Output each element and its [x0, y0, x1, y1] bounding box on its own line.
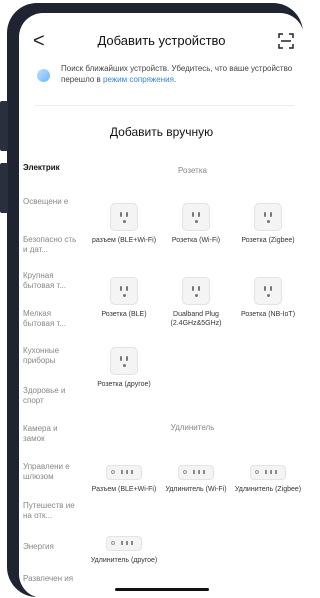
power-strip-icon	[178, 465, 214, 480]
device-label: Розетка (Zigbee)	[241, 237, 295, 244]
device-tile[interactable]: Dualband Plug (2.4GHz&5GHz)	[161, 277, 231, 328]
device-label: Розетка (NB-IoT)	[240, 311, 296, 318]
header-bar: < Добавить устройство	[19, 31, 304, 53]
device-tile[interactable]: Удлинитель (другое)	[89, 536, 159, 565]
power-strip-icon	[250, 465, 286, 480]
home-indicator[interactable]	[115, 588, 209, 591]
sidebar-item-lighting[interactable]: Освещени е	[23, 197, 81, 207]
device-tile[interactable]: Розетка (другое)	[89, 347, 159, 389]
sidebar-item-security[interactable]: Безопасно сть и дат...	[23, 235, 81, 255]
device-label: Удлинитель (Zigbee)	[234, 486, 302, 493]
device-label: Удлинитель (Wi-Fi)	[165, 486, 227, 493]
device-label: Dualband Plug (2.4GHz&5GHz)	[170, 311, 222, 327]
sidebar-item-health[interactable]: Здоровье и спорт	[23, 386, 81, 406]
notice-suffix: .	[173, 75, 177, 84]
searching-indicator-icon	[37, 69, 50, 82]
pairing-mode-link[interactable]: режим сопряжения	[103, 75, 174, 84]
device-tile[interactable]: Розетка (Zigbee)	[233, 203, 303, 245]
sidebar-item-camera-lock[interactable]: Камера и замок	[23, 424, 81, 444]
section-title-socket: Розетка	[178, 166, 207, 175]
section-title-power-strip: Удлинитель	[170, 423, 215, 432]
divider	[35, 105, 294, 106]
socket-icon	[254, 203, 282, 231]
socket-icon	[110, 347, 138, 375]
device-tile[interactable]: Удлинитель (Wi-Fi)	[161, 465, 231, 494]
sidebar-item-small-appliances[interactable]: Мелкая бытовая т...	[23, 309, 81, 329]
device-tile[interactable]: Розетка (Wi-Fi)	[161, 203, 231, 245]
device-label: Розетка (другое)	[97, 381, 151, 388]
side-button	[0, 101, 8, 151]
sidebar-item-energy[interactable]: Энергия	[23, 542, 81, 552]
socket-icon	[182, 277, 210, 305]
device-tile[interactable]: Розетка (NB-IoT)	[233, 277, 303, 319]
power-strip-icon	[106, 536, 142, 551]
sidebar-item-entertainment[interactable]: Развлечен ия	[23, 574, 81, 584]
manual-add-heading: Добавить вручную	[109, 125, 214, 139]
device-tile[interactable]: Удлинитель (Zigbee)	[233, 465, 303, 494]
device-label: разъем (BLE+Wi-Fi)	[91, 237, 157, 244]
socket-icon	[110, 203, 138, 231]
sidebar-item-large-appliances[interactable]: Крупная бытовая т...	[23, 271, 81, 291]
side-button	[0, 163, 8, 213]
power-strip-icon	[106, 465, 142, 480]
device-label: Розетка (BLE)	[101, 311, 147, 318]
device-tile[interactable]: разъем (BLE+Wi-Fi)	[89, 203, 159, 245]
sidebar-item-electric[interactable]: Электрик	[23, 163, 81, 173]
device-tile[interactable]: Разъем (BLE+Wi-Fi)	[89, 465, 159, 494]
scan-icon[interactable]	[278, 33, 294, 49]
socket-icon	[182, 203, 210, 231]
phone-frame: < Добавить устройство Поиск ближайших ус…	[0, 3, 304, 598]
page-title: Добавить устройство	[97, 33, 226, 48]
notice-text: Поиск ближайших устройств. Убедитесь, чт…	[61, 64, 293, 84]
device-label: Розетка (Wi-Fi)	[171, 237, 221, 244]
device-label: Удлинитель (другое)	[90, 557, 158, 564]
sidebar-item-travel[interactable]: Путешеств ие на отк...	[23, 501, 81, 521]
sidebar-item-kitchen[interactable]: Кухонные приборы	[23, 346, 81, 366]
device-tile[interactable]: Розетка (BLE)	[89, 277, 159, 319]
socket-icon	[254, 277, 282, 305]
sidebar-item-gateway[interactable]: Управлени е шлюзом	[23, 462, 81, 482]
app-screen: < Добавить устройство Поиск ближайших ус…	[19, 13, 304, 598]
socket-icon	[110, 277, 138, 305]
device-label: Разъем (BLE+Wi-Fi)	[91, 486, 157, 493]
